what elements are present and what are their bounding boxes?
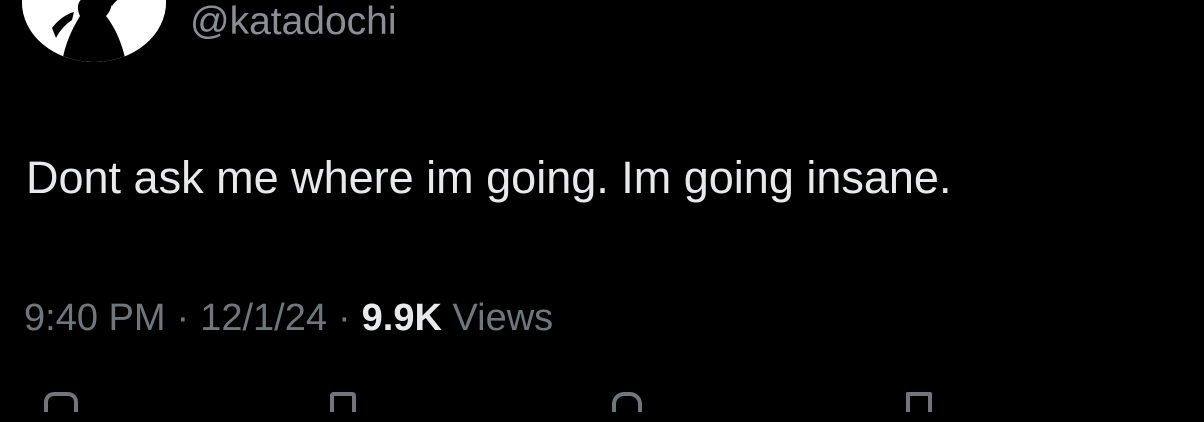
tweet-time[interactable]: 9:40 PM: [24, 297, 166, 339]
views-label: Views: [452, 297, 554, 339]
silhouette-icon: [22, 0, 166, 62]
tweet-metadata: 9:40 PM · 12/1/24 · 9.9K Views: [24, 294, 553, 342]
bookmark-icon[interactable]: [906, 392, 932, 412]
repost-icon[interactable]: [330, 392, 356, 412]
like-icon[interactable]: [612, 392, 642, 412]
avatar[interactable]: [22, 0, 166, 62]
reply-icon[interactable]: [44, 392, 78, 412]
separator: ·: [337, 297, 351, 339]
tweet-text: Dont ask me where im going. Im going ins…: [26, 152, 952, 203]
user-handle[interactable]: @katadochi: [190, 0, 397, 46]
separator: ·: [176, 297, 190, 339]
tweet-date[interactable]: 12/1/24: [200, 297, 327, 339]
action-bar: [0, 392, 1204, 422]
views-count[interactable]: 9.9K: [362, 297, 442, 339]
